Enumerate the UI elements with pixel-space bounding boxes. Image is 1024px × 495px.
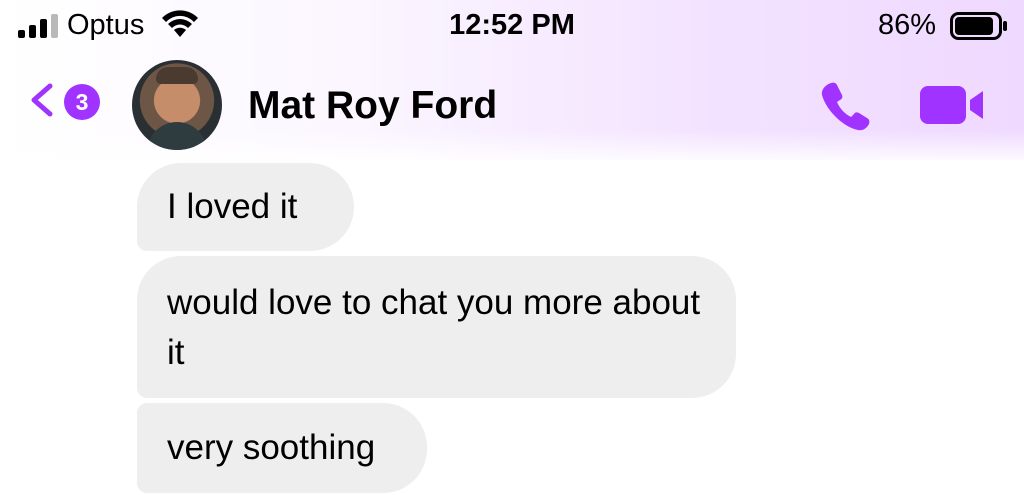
contact-name[interactable]: Mat Roy Ford [248,84,497,128]
status-bar: Optus 12:52 PM 86% [0,0,1024,52]
message-bubble[interactable]: very soothing [137,403,427,493]
clock-time: 12:52 PM [449,9,575,41]
battery-icon [950,12,1007,40]
battery-percentage: 86% [878,9,937,41]
message-bubble[interactable]: I loved it [137,163,354,251]
phone-icon[interactable] [818,78,872,132]
video-camera-icon[interactable] [918,84,986,126]
chevron-left-icon[interactable] [26,83,60,117]
avatar[interactable] [132,60,222,150]
message-bubble[interactable]: would love to chat you more about it [137,256,736,398]
unread-count-badge[interactable]: 3 [64,84,100,120]
